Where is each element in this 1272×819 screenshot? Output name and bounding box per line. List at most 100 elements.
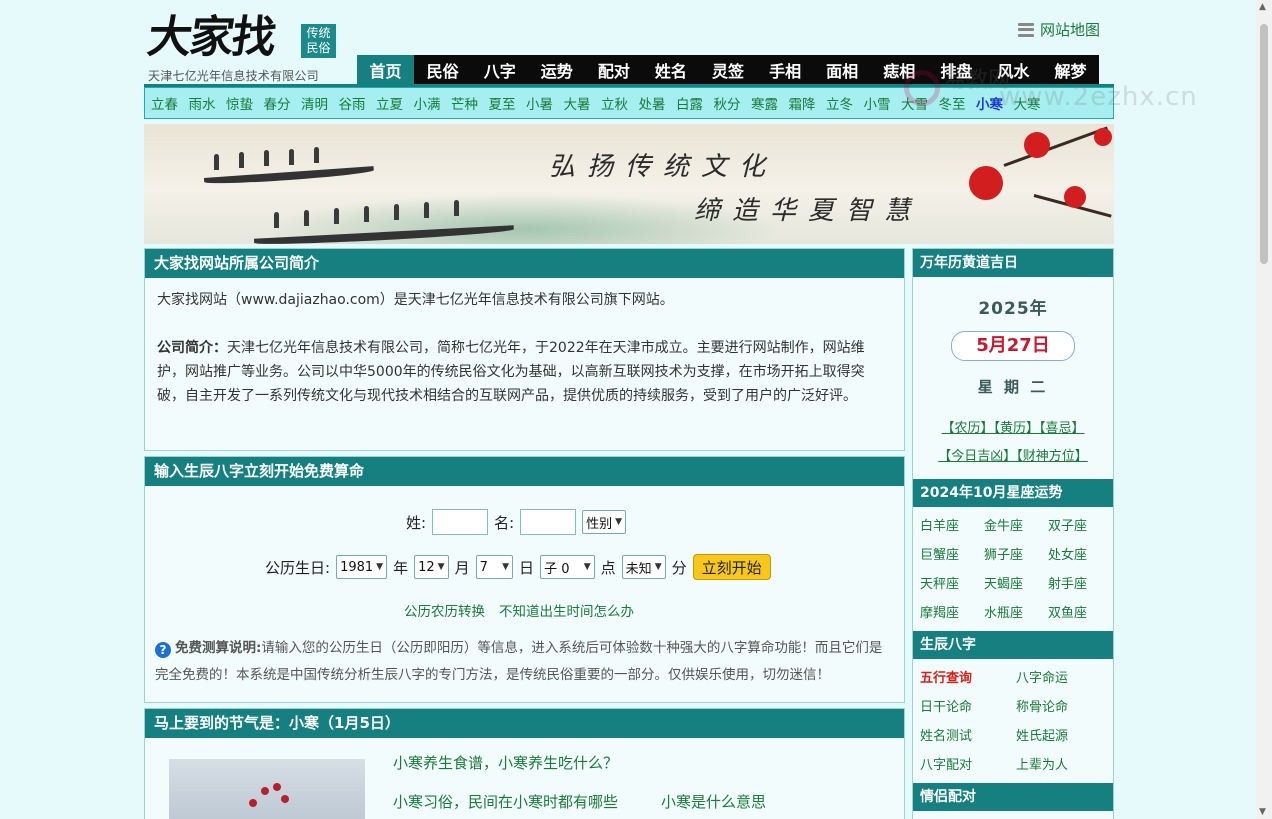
solar-term-link[interactable]: 小暑 xyxy=(526,93,553,113)
solar-term-link[interactable]: 小满 xyxy=(414,93,441,113)
bazi-side-link[interactable]: 称骨论命 xyxy=(1016,696,1112,715)
calendar-links-1[interactable]: 【农历】【黄历】【喜忌】 xyxy=(913,417,1113,436)
solar-term-link[interactable]: 立夏 xyxy=(376,93,403,113)
year-select[interactable]: 1981 ▼ xyxy=(336,555,388,579)
solar-term-link[interactable]: 大雪 xyxy=(901,93,928,113)
surname-input[interactable] xyxy=(432,509,489,535)
nav-item[interactable]: 八字 xyxy=(471,55,528,86)
hour-select[interactable]: 子 0 ▼ xyxy=(540,555,595,579)
solar-term-link[interactable]: 大寒 xyxy=(1014,93,1041,113)
gender-value: 性别 xyxy=(586,516,613,532)
zodiac-link[interactable]: 金牛座 xyxy=(984,515,1048,534)
banner-rower xyxy=(239,152,244,168)
zodiac-link[interactable]: 天蝎座 xyxy=(984,573,1048,592)
calendar-links-1-text[interactable]: 【农历】【黄历】【喜忌】 xyxy=(941,421,1084,436)
day-select[interactable]: 7 ▼ xyxy=(475,555,514,579)
gender-select[interactable]: 性别 ▼ xyxy=(582,510,627,534)
nav-item[interactable]: 面相 xyxy=(814,55,871,86)
bazi-side-link[interactable]: 姓氏起源 xyxy=(1016,725,1112,744)
bazi-side-link[interactable]: 五行查询 xyxy=(920,667,1016,686)
solar-term-link[interactable]: 芒种 xyxy=(451,93,478,113)
bazi-side-link[interactable]: 上辈为人 xyxy=(1016,754,1112,773)
nav-item[interactable]: 风水 xyxy=(985,55,1042,86)
banner: 弘扬传统文化 缔造华夏智慧 xyxy=(144,124,1114,244)
scroll-up-icon[interactable]: ▲ xyxy=(1259,2,1266,12)
month-select[interactable]: 12 ▼ xyxy=(414,555,449,579)
solar-term-link[interactable]: 秋分 xyxy=(714,93,741,113)
bazi-side-link[interactable]: 八字配对 xyxy=(920,754,1016,773)
minute-select[interactable]: 未知 ▼ xyxy=(621,555,666,579)
unknown-time-link[interactable]: 不知道出生时间怎么办 xyxy=(499,600,634,620)
chevron-down-icon: ▼ xyxy=(615,517,623,527)
intro-line: 大家找网站（www.dajiazhao.com）是天津七亿光年信息技术有限公司旗… xyxy=(157,292,674,308)
bazi-side-link[interactable]: 姓名测试 xyxy=(920,725,1016,744)
solar-term-link[interactable]: 春分 xyxy=(264,93,291,113)
zodiac-link[interactable]: 天秤座 xyxy=(920,573,984,592)
zodiac-link[interactable]: 水瓶座 xyxy=(984,602,1048,621)
sidebar: 万年历黄道吉日 2025年 5月27日 星 期 二 【农历】【黄历】【喜忌】 【… xyxy=(912,248,1114,819)
solar-term-link[interactable]: 谷雨 xyxy=(339,93,366,113)
berry xyxy=(281,795,289,803)
nav-item[interactable]: 运势 xyxy=(528,55,585,86)
nav-item[interactable]: 配对 xyxy=(585,55,642,86)
jieqi-link-3[interactable]: 小寒是什么意思 xyxy=(661,791,766,812)
calendar-links-2-text[interactable]: 【今日吉凶】【财神方位】 xyxy=(938,449,1088,464)
site-logo[interactable]: 大家找 传统民俗 xyxy=(144,12,338,70)
jieqi-link-2[interactable]: 小寒习俗，民间在小寒时都有哪些 xyxy=(393,791,618,812)
intro-panel: 大家找网站所属公司简介 大家找网站（www.dajiazhao.com）是天津七… xyxy=(144,248,905,451)
nav-item[interactable]: 排盘 xyxy=(928,55,985,86)
zodiac-link[interactable]: 摩羯座 xyxy=(920,602,984,621)
solar-term-link[interactable]: 立秋 xyxy=(601,93,628,113)
calendar-links-2[interactable]: 【今日吉凶】【财神方位】 xyxy=(913,445,1113,464)
solar-term-link[interactable]: 处暑 xyxy=(639,93,666,113)
jieqi-image[interactable] xyxy=(169,759,365,819)
calendar-date[interactable]: 5月27日 xyxy=(951,331,1075,361)
zodiac-link[interactable]: 双鱼座 xyxy=(1048,602,1112,621)
scroll-down-icon[interactable]: ▼ xyxy=(1259,807,1266,817)
start-button[interactable]: 立刻开始 xyxy=(692,554,771,580)
page-scrollbar[interactable]: ▲ ▼ xyxy=(1256,0,1272,819)
zodiac-link[interactable]: 处女座 xyxy=(1048,544,1112,563)
solar-term-link[interactable]: 清明 xyxy=(301,93,328,113)
berry xyxy=(249,799,257,807)
scrollbar-thumb[interactable] xyxy=(1260,24,1268,264)
bazi-side-link[interactable]: 八字命运 xyxy=(1016,667,1112,686)
nav-item[interactable]: 解梦 xyxy=(1042,55,1099,86)
year-unit: 年 xyxy=(393,558,409,577)
zodiac-link[interactable]: 白羊座 xyxy=(920,515,984,534)
intro-label: 公司简介： xyxy=(157,340,227,356)
zodiac-link[interactable]: 射手座 xyxy=(1048,573,1112,592)
name-input[interactable] xyxy=(520,509,577,535)
solar-term-link[interactable]: 白露 xyxy=(676,93,703,113)
zodiac-link[interactable]: 巨蟹座 xyxy=(920,544,984,563)
solar-term-link[interactable]: 大暑 xyxy=(564,93,591,113)
calendar-convert-link[interactable]: 公历农历转换 xyxy=(404,600,485,620)
solar-term-link[interactable]: 立冬 xyxy=(826,93,853,113)
solar-term-link[interactable]: 寒露 xyxy=(751,93,778,113)
solar-term-link[interactable]: 惊蛰 xyxy=(226,93,253,113)
banner-rower xyxy=(264,150,269,166)
nav-item[interactable]: 痣相 xyxy=(871,55,928,86)
nav-item-home[interactable]: 首页 xyxy=(357,55,415,86)
solar-term-link[interactable]: 小寒 xyxy=(976,93,1003,113)
bazi-side-link[interactable]: 日干论命 xyxy=(920,696,1016,715)
berry xyxy=(261,787,269,795)
solar-term-link[interactable]: 小雪 xyxy=(864,93,891,113)
solar-term-link[interactable]: 霜降 xyxy=(789,93,816,113)
sitemap-link[interactable]: 网站地图 xyxy=(1017,19,1100,40)
zodiac-link[interactable]: 狮子座 xyxy=(984,544,1048,563)
nav-item[interactable]: 姓名 xyxy=(642,55,699,86)
nav-item[interactable]: 灵签 xyxy=(699,55,756,86)
nav-item[interactable]: 民俗 xyxy=(414,55,471,86)
zodiac-link[interactable]: 双子座 xyxy=(1048,515,1112,534)
solar-term-link[interactable]: 雨水 xyxy=(189,93,216,113)
solar-term-link[interactable]: 冬至 xyxy=(939,93,966,113)
solar-term-link[interactable]: 立春 xyxy=(151,93,178,113)
nav-item[interactable]: 手相 xyxy=(757,55,814,86)
chevron-down-icon: ▼ xyxy=(502,562,510,572)
banner-rower xyxy=(214,154,219,170)
logo-text: 大家找 xyxy=(144,12,278,63)
jieqi-link-1[interactable]: 小寒养生食谱，小寒养生吃什么？ xyxy=(393,752,618,773)
solar-term-link[interactable]: 夏至 xyxy=(489,93,516,113)
minute-unit: 分 xyxy=(671,558,687,577)
